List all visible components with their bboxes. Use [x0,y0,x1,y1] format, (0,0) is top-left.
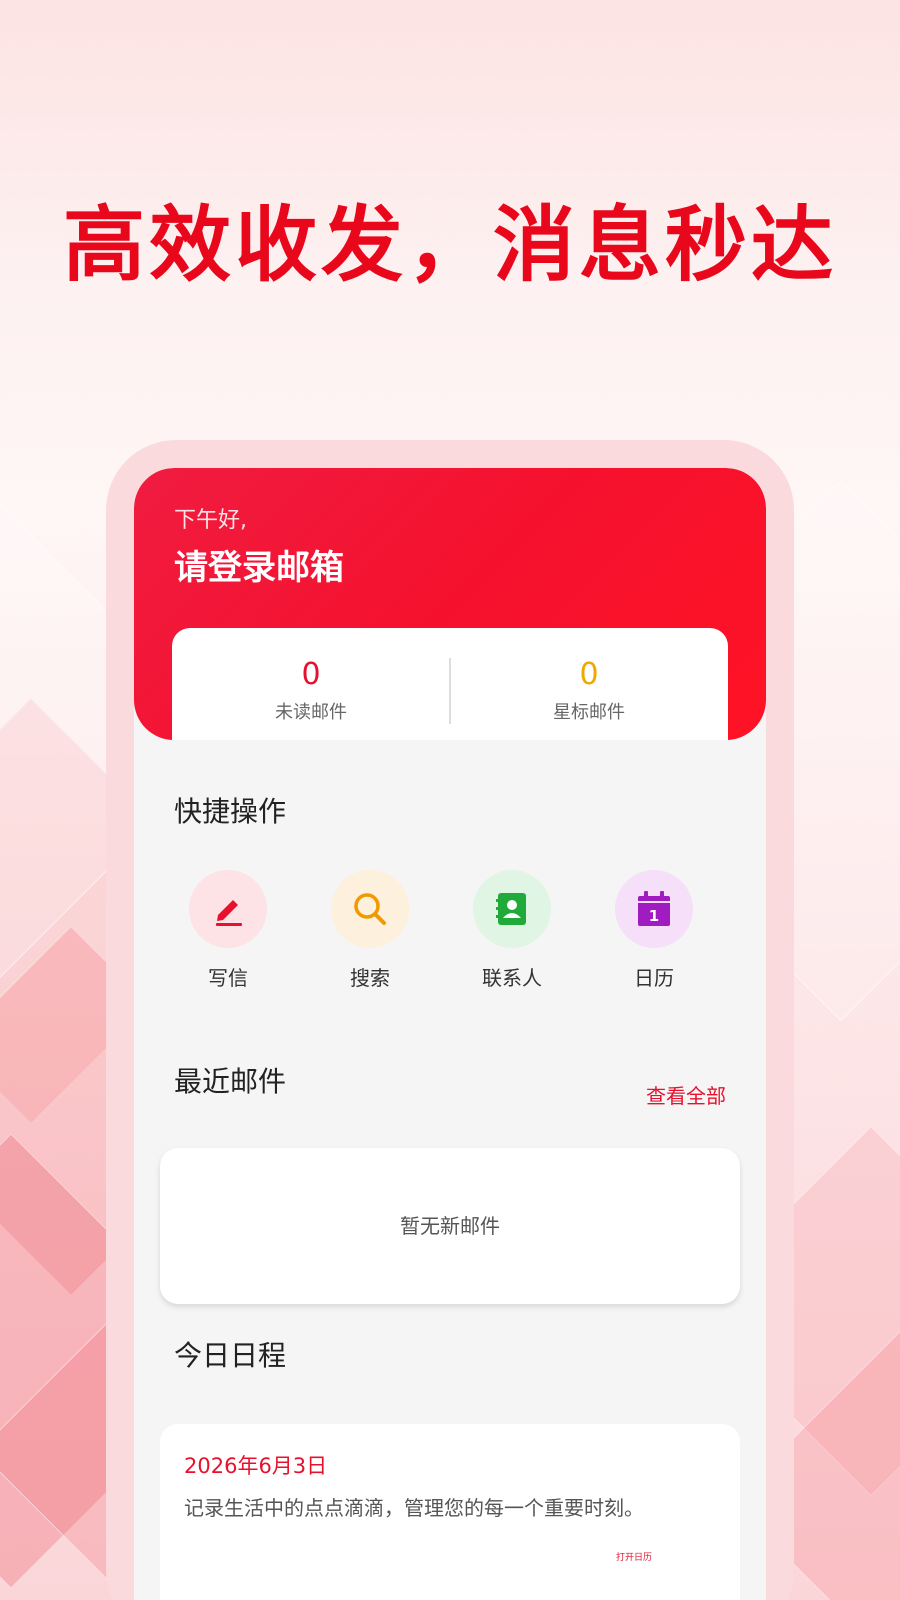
starred-label: 星标邮件 [553,702,625,723]
promo-headline: 高效收发，消息秒达 [62,198,837,293]
quick-action-contacts[interactable]: 联系人 [452,870,572,991]
hero-banner: 下午好, 请登录邮箱 0 未读邮件 0 星标邮件 [134,468,766,740]
open-calendar-link[interactable]: 打开日历 [616,1550,652,1563]
contacts-icon-bg [473,870,551,948]
contacts-icon [496,893,526,925]
quick-action-compose[interactable]: 写信 [168,870,288,991]
starred-stat[interactable]: 0 星标邮件 [450,658,728,724]
calendar-label: 日历 [634,966,674,990]
quick-action-search[interactable]: 搜索 [310,870,430,991]
search-label: 搜索 [350,966,390,990]
empty-mail-text: 暂无新邮件 [400,1214,500,1238]
search-icon [354,893,386,925]
contacts-label: 联系人 [482,966,542,990]
svg-text:1: 1 [649,907,659,925]
schedule-card[interactable]: 2026年6月3日 记录生活中的点点滴滴，管理您的每一个重要时刻。 打开日历 [160,1424,740,1600]
unread-stat[interactable]: 0 未读邮件 [172,658,450,724]
app-screen: 下午好, 请登录邮箱 0 未读邮件 0 星标邮件 快捷操作 写信 搜索 联系人 … [134,468,766,1600]
schedule-description: 记录生活中的点点滴滴，管理您的每一个重要时刻。 [184,1496,644,1520]
calendar-icon-bg: 1 [615,870,693,948]
recent-mail-card: 暂无新邮件 [160,1148,740,1304]
quick-actions-title: 快捷操作 [174,795,287,828]
calendar-icon: 1 [638,891,670,926]
stats-card: 0 未读邮件 0 星标邮件 [172,628,728,740]
login-prompt[interactable]: 请登录邮箱 [174,540,344,589]
search-icon-bg [331,870,409,948]
compose-icon-bg [189,870,267,948]
unread-label: 未读邮件 [275,702,347,723]
quick-action-calendar[interactable]: 1 日历 [594,870,714,991]
recent-mail-title: 最近邮件 [174,1065,287,1098]
pen-icon [216,900,242,926]
greeting-text: 下午好, [174,508,247,533]
schedule-date: 2026年6月3日 [184,1454,328,1478]
view-all-link[interactable]: 查看全部 [646,1080,726,1109]
schedule-title: 今日日程 [174,1339,287,1372]
compose-label: 写信 [208,966,248,990]
unread-count: 0 [301,657,321,692]
starred-count: 0 [579,657,599,692]
